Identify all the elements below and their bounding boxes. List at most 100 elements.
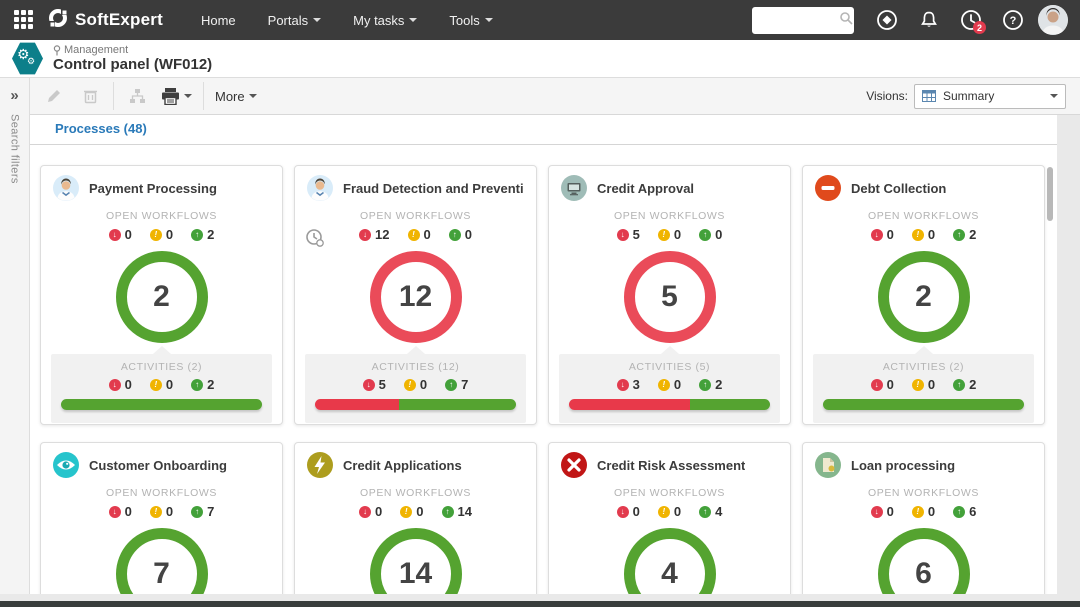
status-count-green: ↑ 0 [448,227,472,242]
page-title: Control panel (WF012) [53,56,213,73]
green-status-icon: ↑ [441,505,454,518]
tab-processes[interactable]: Processes (48) [30,121,151,144]
green-status-icon: ↑ [191,378,204,391]
status-count-yellow: ! 0 [911,227,936,242]
open-workflow-counts: ↓ 0! 0 ↑ 7 [41,504,282,519]
softexpert-logo[interactable]: SoftExpert [48,8,163,33]
more-button[interactable]: More [209,82,263,111]
quick-access-icon[interactable] [870,3,904,37]
count-value: 2 [207,227,215,242]
open-workflows-label: OPEN WORKFLOWS [867,210,980,222]
count-value: 0 [632,504,640,519]
search-input[interactable] [759,13,839,27]
red-status-icon: ↓ [870,378,883,391]
green-status-icon: ↑ [953,378,966,391]
green-status-icon: ↑ [953,505,966,518]
process-title: Fraud Detection and Prevention [343,180,524,196]
status-count-red: ↓ 12 [359,227,390,242]
yellow-status-icon: ! [149,378,162,391]
process-card[interactable]: Debt Collection OPEN WORKFLOWS ↓ 0! 0 ↑ 2 2 … [802,165,1045,425]
table-view-icon [922,90,936,102]
toolbar-separator [113,82,114,110]
process-card[interactable]: Loan processing OPEN WORKFLOWS ↓ 0! 0 ↑ 6 6 [802,442,1045,594]
user-avatar[interactable] [1038,5,1068,35]
flowchart-icon [129,89,145,103]
process-card[interactable]: Credit Applications OPEN WORKFLOWS ↓ 0! 0 ↑… [294,442,537,594]
global-search[interactable] [752,6,854,34]
yellow-status-icon: ! [657,378,670,391]
search-icon[interactable] [839,11,853,30]
green-status-icon: ↑ [448,228,461,241]
notifications-bell-icon[interactable] [912,3,946,37]
red-status-icon: ↓ [362,378,375,391]
edit-button[interactable] [36,82,72,111]
open-workflows-total: 12 [398,280,433,313]
process-card[interactable]: Customer Onboarding OPEN WORKFLOWS ↓ 0! 0 ↑… [40,442,283,594]
status-count-yellow: ! 0 [149,377,173,392]
process-card[interactable]: Fraud Detection and Prevention OPEN WORK… [294,165,537,425]
chevron-down-icon [248,94,257,98]
red-status-icon: ↓ [870,505,883,518]
section-tabs: Processes (48) [30,115,1057,145]
status-count-green: ↑ 2 [953,377,976,392]
flowchart-button[interactable] [119,82,155,111]
open-workflows-label: OPEN WORKFLOWS [105,487,218,499]
menu-my-tasks[interactable]: My tasks [337,0,433,40]
count-value: 7 [461,377,469,392]
menu-portals[interactable]: Portals [252,0,337,40]
bar-segment-red [569,399,690,410]
count-value: 3 [632,377,640,392]
process-card[interactable]: Credit Approval OPEN WORKFLOWS ↓ 5! 0 ↑ 0 5 … [548,165,791,425]
pencil-icon [48,90,60,102]
help-icon[interactable]: ? [996,3,1030,37]
status-count-red: ↓ 0 [870,227,894,242]
status-count-green: ↑ 2 [953,227,976,242]
process-title: Credit Applications [343,457,462,473]
menu-home[interactable]: Home [185,0,252,40]
menu-tools[interactable]: Tools [433,0,508,40]
green-status-icon: ↑ [953,228,966,241]
status-count-green: ↑ 7 [191,504,214,519]
count-value: 0 [927,227,936,242]
bar-segment-green [689,399,770,410]
status-count-yellow: ! 0 [407,227,431,242]
status-count-red: ↓ 0 [108,504,132,519]
pending-activities-icon[interactable]: 2 [954,3,988,37]
status-count-green: ↑ 2 [699,377,722,392]
activity-counts: ↓ 3! 0 ↑ 2 [569,377,770,392]
visions-select[interactable]: Summary [914,83,1066,109]
process-card[interactable]: Credit Risk Assessment OPEN WORKFLOWS ↓ 0… [548,442,791,594]
delete-button[interactable] [72,82,108,111]
activities-panel: ACTIVITIES (5) ↓ 3! 0 ↑ 2 [559,346,780,423]
chevron-down-icon [409,18,418,22]
count-value: 7 [207,504,215,519]
count-value: 0 [464,227,472,242]
open-workflow-counts: ↓ 0! 0 ↑ 6 [803,504,1044,519]
process-card[interactable]: Payment Processing OPEN WORKFLOWS ↓ 0! 0 ↑ 2… [40,165,283,425]
open-workflow-counts: ↓ 0! 0 ↑ 14 [295,504,536,519]
bar-segment-red [315,399,399,410]
activity-counts: ↓ 5! 0 ↑ 7 [315,377,516,392]
expand-panel-button[interactable]: » [10,86,18,106]
logo-ring-icon [48,8,68,33]
count-value: 0 [375,504,383,519]
status-count-red: ↓ 0 [616,504,640,519]
open-workflows-donut: 6 [877,528,970,594]
status-count-red: ↓ 0 [870,377,894,392]
chevron-down-icon [1050,94,1058,98]
pending-count-badge: 2 [973,21,986,34]
navbar-right: 2 ? [752,3,1068,37]
count-value: 2 [715,377,723,392]
open-workflows-donut: 2 [115,251,208,343]
open-workflows-label: OPEN WORKFLOWS [359,210,472,222]
count-value: 6 [969,504,977,519]
apps-grid-icon[interactable] [14,10,34,30]
vertical-scrollbar[interactable] [1047,167,1053,221]
open-workflows-donut: 7 [115,528,208,594]
print-button[interactable] [155,82,198,111]
status-count-yellow: ! 0 [149,227,173,242]
status-count-red: ↓ 3 [616,377,640,392]
search-filters-label: Search filters [8,114,21,184]
panel-notch [152,346,171,354]
printer-icon [162,87,179,105]
